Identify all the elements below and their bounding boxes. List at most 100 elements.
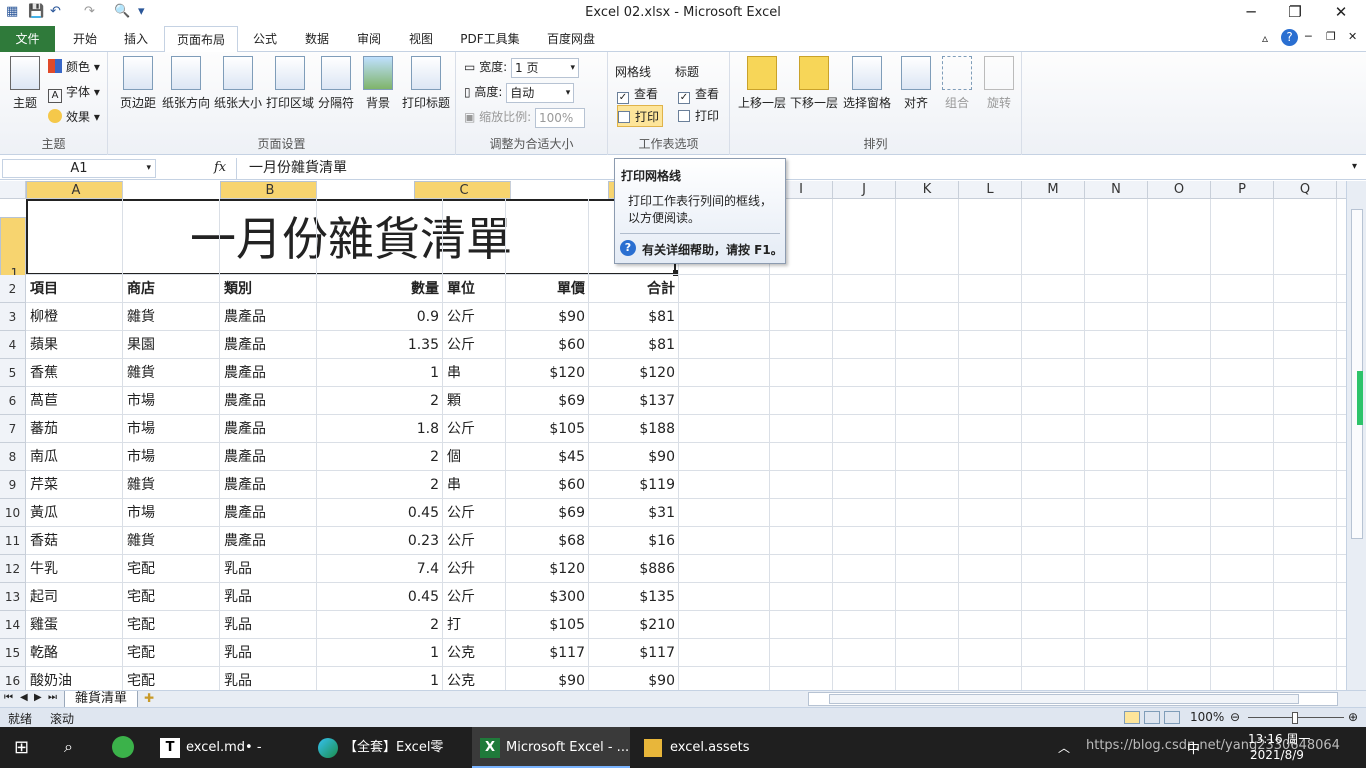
table-cell[interactable]: 農產品 bbox=[220, 527, 317, 555]
doc-close-icon[interactable]: ✕ bbox=[1348, 30, 1357, 43]
breaks-button[interactable]: 分隔符 bbox=[316, 56, 356, 111]
table-cell[interactable]: 柳橙 bbox=[26, 303, 123, 331]
table-cell[interactable]: 1 bbox=[317, 667, 443, 691]
table-cell[interactable]: 數量 bbox=[317, 275, 443, 303]
table-cell[interactable]: 農產品 bbox=[220, 415, 317, 443]
table-cell[interactable]: 黃瓜 bbox=[26, 499, 123, 527]
table-cell[interactable]: $105 bbox=[506, 611, 589, 639]
table-cell[interactable]: $119 bbox=[589, 471, 679, 499]
table-cell[interactable]: $16 bbox=[589, 527, 679, 555]
table-cell[interactable]: $60 bbox=[506, 471, 589, 499]
table-cell[interactable]: $31 bbox=[589, 499, 679, 527]
row-header[interactable]: 7 bbox=[0, 415, 26, 443]
column-header[interactable]: J bbox=[833, 181, 896, 199]
table-cell[interactable]: 農產品 bbox=[220, 471, 317, 499]
table-cell[interactable]: 2 bbox=[317, 471, 443, 499]
table-cell[interactable]: $135 bbox=[589, 583, 679, 611]
fit-height-select[interactable]: 自动 ▾ bbox=[506, 82, 575, 103]
minimize-icon[interactable]: ─ bbox=[1236, 3, 1266, 21]
select-all-corner[interactable] bbox=[0, 181, 26, 199]
normal-view-icon[interactable] bbox=[1124, 711, 1140, 724]
table-cell[interactable]: $300 bbox=[506, 583, 589, 611]
table-cell[interactable]: 顆 bbox=[443, 387, 506, 415]
table-cell[interactable]: 酸奶油 bbox=[26, 667, 123, 691]
last-sheet-icon[interactable]: ⏭ bbox=[48, 692, 57, 703]
table-cell[interactable]: 乳品 bbox=[220, 555, 317, 583]
insert-sheet-icon[interactable]: ✚ bbox=[144, 691, 154, 705]
table-cell[interactable]: 0.45 bbox=[317, 499, 443, 527]
table-cell[interactable]: 芹菜 bbox=[26, 471, 123, 499]
table-cell[interactable]: 農產品 bbox=[220, 387, 317, 415]
column-header[interactable]: N bbox=[1085, 181, 1148, 199]
horizontal-scroll-thumb[interactable] bbox=[829, 694, 1299, 704]
table-cell[interactable]: 公克 bbox=[443, 667, 506, 691]
table-cell[interactable]: $60 bbox=[506, 331, 589, 359]
taskbar-app-excel[interactable]: X Microsoft Excel - ... bbox=[472, 727, 630, 768]
table-cell[interactable]: $210 bbox=[589, 611, 679, 639]
table-cell[interactable]: 公斤 bbox=[443, 583, 506, 611]
horizontal-scrollbar[interactable] bbox=[808, 692, 1338, 706]
column-header[interactable]: Q bbox=[1274, 181, 1337, 199]
size-button[interactable]: 纸张大小 bbox=[212, 56, 264, 111]
table-cell[interactable]: 乳品 bbox=[220, 667, 317, 691]
table-cell[interactable]: 農產品 bbox=[220, 499, 317, 527]
column-header[interactable]: L bbox=[959, 181, 1022, 199]
table-cell[interactable]: 市場 bbox=[123, 443, 220, 471]
row-header[interactable]: 11 bbox=[0, 527, 26, 555]
table-cell[interactable]: $90 bbox=[589, 443, 679, 471]
table-cell[interactable]: 串 bbox=[443, 359, 506, 387]
page-break-view-icon[interactable] bbox=[1164, 711, 1180, 724]
table-cell[interactable]: 0.23 bbox=[317, 527, 443, 555]
row-header[interactable]: 10 bbox=[0, 499, 26, 527]
table-cell[interactable]: $120 bbox=[589, 359, 679, 387]
table-cell[interactable]: 宅配 bbox=[123, 611, 220, 639]
table-cell[interactable]: 單價 bbox=[506, 275, 589, 303]
table-cell[interactable]: 蕃茄 bbox=[26, 415, 123, 443]
table-cell[interactable]: 南瓜 bbox=[26, 443, 123, 471]
row-header[interactable]: 16 bbox=[0, 667, 26, 691]
theme-effects-button[interactable]: 效果 ▾ bbox=[48, 106, 100, 128]
row-header[interactable]: 5 bbox=[0, 359, 26, 387]
expand-formula-icon[interactable]: ▾ bbox=[1352, 161, 1357, 172]
table-cell[interactable]: $137 bbox=[589, 387, 679, 415]
table-cell[interactable]: 2 bbox=[317, 611, 443, 639]
table-cell[interactable]: 串 bbox=[443, 471, 506, 499]
table-cell[interactable]: 公斤 bbox=[443, 331, 506, 359]
table-cell[interactable]: 公克 bbox=[443, 639, 506, 667]
table-cell[interactable]: 項目 bbox=[26, 275, 123, 303]
table-cell[interactable]: 市場 bbox=[123, 499, 220, 527]
clock-time[interactable]: 13:16 周一 bbox=[1248, 730, 1310, 747]
table-cell[interactable]: 宅配 bbox=[123, 667, 220, 691]
tab-file[interactable]: 文件 bbox=[0, 26, 55, 52]
column-header[interactable]: R bbox=[1337, 181, 1346, 199]
tab-pdf-tools[interactable]: PDF工具集 bbox=[452, 26, 528, 52]
tab-review[interactable]: 审阅 bbox=[346, 26, 392, 52]
table-cell[interactable]: $105 bbox=[506, 415, 589, 443]
print-area-button[interactable]: 打印区域 bbox=[264, 56, 316, 111]
zoom-in-icon[interactable]: ⊕ bbox=[1348, 710, 1358, 724]
zoom-slider-thumb[interactable] bbox=[1292, 712, 1298, 724]
prev-sheet-icon[interactable]: ◀ bbox=[20, 692, 28, 703]
table-cell[interactable]: 0.9 bbox=[317, 303, 443, 331]
table-cell[interactable]: 2 bbox=[317, 443, 443, 471]
taskbar-app-folder[interactable]: excel.assets bbox=[636, 727, 786, 768]
doc-minimize-icon[interactable]: ─ bbox=[1305, 30, 1312, 43]
group-button[interactable]: 组合 bbox=[938, 56, 976, 111]
table-cell[interactable]: 雜貨 bbox=[123, 303, 220, 331]
theme-fonts-button[interactable]: A 字体 ▾ bbox=[48, 81, 100, 103]
table-cell[interactable]: 商店 bbox=[123, 275, 220, 303]
tab-home[interactable]: 开始 bbox=[62, 26, 108, 52]
row-header[interactable]: 12 bbox=[0, 555, 26, 583]
column-header[interactable]: P bbox=[1211, 181, 1274, 199]
print-titles-button[interactable]: 打印标题 bbox=[400, 56, 452, 111]
table-cell[interactable]: $188 bbox=[589, 415, 679, 443]
windows-start-icon[interactable]: ⊞ bbox=[14, 737, 29, 758]
table-cell[interactable]: 農產品 bbox=[220, 359, 317, 387]
table-cell[interactable]: $69 bbox=[506, 387, 589, 415]
table-cell[interactable]: 公斤 bbox=[443, 499, 506, 527]
column-header[interactable]: C bbox=[414, 181, 511, 199]
row-header[interactable]: 2 bbox=[0, 275, 26, 303]
column-header[interactable]: M bbox=[1022, 181, 1085, 199]
send-backward-button[interactable]: 下移一层 bbox=[788, 56, 840, 111]
table-cell[interactable]: 類別 bbox=[220, 275, 317, 303]
